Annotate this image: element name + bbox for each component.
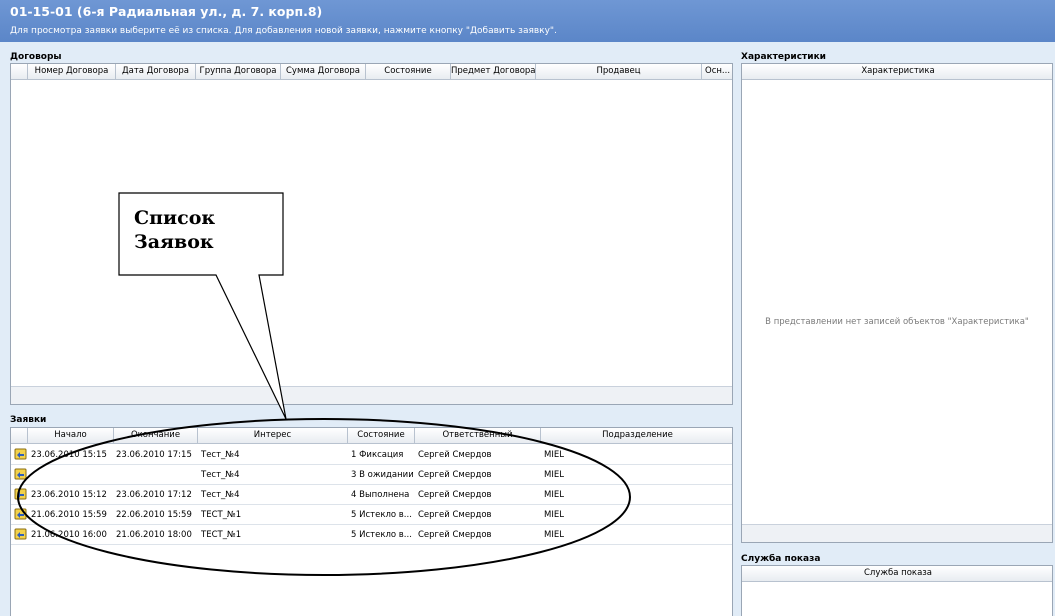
- characteristics-empty-message: В представлении нет записей объектов "Ха…: [765, 317, 1029, 327]
- characteristics-title: Характеристики: [741, 52, 826, 62]
- col-contract-number[interactable]: Номер Договора: [28, 64, 116, 79]
- page-title: 01-15-01 (6-я Радиальная ул., д. 7. корп…: [10, 4, 323, 19]
- col-show-service[interactable]: Служба показа: [742, 566, 1052, 581]
- contracts-col-spacer: [11, 64, 28, 79]
- characteristics-scrollbar[interactable]: [742, 524, 1052, 542]
- request-icon: [14, 468, 27, 480]
- cell-start: 21.06.2010 16:00: [31, 530, 107, 540]
- cell-start: 21.06.2010 15:59: [31, 510, 107, 520]
- cell-interest: Тест_№4: [201, 470, 240, 480]
- col-characteristic[interactable]: Характеристика: [742, 64, 1052, 79]
- show-service-header: Служба показа: [742, 566, 1052, 582]
- cell-status: 1 Фиксация: [351, 450, 404, 460]
- contracts-grid[interactable]: Номер Договора Дата Договора Группа Дого…: [10, 63, 733, 405]
- col-contract-group[interactable]: Группа Договора: [196, 64, 281, 79]
- col-contract-date[interactable]: Дата Договора: [116, 64, 196, 79]
- requests-col-spacer: [11, 428, 28, 443]
- cell-start: 23.06.2010 15:15: [31, 450, 107, 460]
- show-service-title: Служба показа: [741, 554, 821, 564]
- requests-grid[interactable]: Начало Окончание Интерес Состояние Ответ…: [10, 427, 733, 616]
- col-responsible[interactable]: Ответственный: [415, 428, 541, 443]
- page-header: 01-15-01 (6-я Радиальная ул., д. 7. корп…: [0, 0, 1055, 42]
- cell-status: 5 Истекло в...: [351, 530, 412, 540]
- show-service-grid[interactable]: Служба показа: [741, 565, 1053, 616]
- cell-responsible: Сергей Смердов: [418, 510, 492, 520]
- col-department[interactable]: Подразделение: [541, 428, 732, 443]
- table-row[interactable]: 21.06.2010 16:00 21.06.2010 18:00 ТЕСТ_№…: [11, 525, 732, 545]
- cell-status: 3 В ожидании: [351, 470, 414, 480]
- col-contract-basis[interactable]: Осн...: [702, 64, 732, 79]
- page-hint: Для просмотра заявки выберите её из спис…: [10, 26, 557, 36]
- cell-interest: Тест_№4: [201, 450, 240, 460]
- requests-title: Заявки: [10, 415, 47, 425]
- col-contract-sum[interactable]: Сумма Договора: [281, 64, 366, 79]
- cell-end: 21.06.2010 18:00: [116, 530, 192, 540]
- table-row[interactable]: Тест_№4 3 В ожидании Сергей Смердов MIEL: [11, 465, 732, 485]
- contracts-header: Номер Договора Дата Договора Группа Дого…: [11, 64, 732, 80]
- col-start[interactable]: Начало: [28, 428, 114, 443]
- col-contract-subject[interactable]: Предмет Договора: [451, 64, 536, 79]
- table-row[interactable]: 21.06.2010 15:59 22.06.2010 15:59 ТЕСТ_№…: [11, 505, 732, 525]
- callout-text: Список Заявок: [134, 207, 216, 253]
- cell-interest: Тест_№4: [201, 490, 240, 500]
- cell-responsible: Сергей Смердов: [418, 470, 492, 480]
- cell-department: MIEL: [544, 490, 564, 500]
- request-icon: [14, 488, 27, 500]
- request-icon: [14, 528, 27, 540]
- cell-status: 5 Истекло в...: [351, 510, 412, 520]
- cell-department: MIEL: [544, 530, 564, 540]
- table-row[interactable]: 23.06.2010 15:12 23.06.2010 17:12 Тест_№…: [11, 485, 732, 505]
- cell-end: 22.06.2010 15:59: [116, 510, 192, 520]
- col-contract-seller[interactable]: Продавец: [536, 64, 702, 79]
- cell-end: 23.06.2010 17:15: [116, 450, 192, 460]
- col-end[interactable]: Окончание: [114, 428, 198, 443]
- contracts-scrollbar[interactable]: [11, 386, 732, 404]
- cell-interest: ТЕСТ_№1: [201, 530, 242, 540]
- cell-department: MIEL: [544, 470, 564, 480]
- cell-responsible: Сергей Смердов: [418, 530, 492, 540]
- request-icon: [14, 448, 27, 460]
- col-status[interactable]: Состояние: [348, 428, 415, 443]
- contracts-title: Договоры: [10, 52, 62, 62]
- cell-responsible: Сергей Смердов: [418, 490, 492, 500]
- cell-department: MIEL: [544, 510, 564, 520]
- characteristics-grid[interactable]: Характеристика В представлении нет запис…: [741, 63, 1053, 543]
- cell-status: 4 Выполнена: [351, 490, 410, 500]
- cell-end: 23.06.2010 17:12: [116, 490, 192, 500]
- request-icon: [14, 508, 27, 520]
- cell-interest: ТЕСТ_№1: [201, 510, 242, 520]
- cell-start: 23.06.2010 15:12: [31, 490, 107, 500]
- requests-header: Начало Окончание Интерес Состояние Ответ…: [11, 428, 732, 444]
- characteristics-header: Характеристика: [742, 64, 1052, 80]
- cell-responsible: Сергей Смердов: [418, 450, 492, 460]
- table-row[interactable]: 23.06.2010 15:15 23.06.2010 17:15 Тест_№…: [11, 445, 732, 465]
- col-contract-status[interactable]: Состояние: [366, 64, 451, 79]
- cell-department: MIEL: [544, 450, 564, 460]
- col-interest[interactable]: Интерес: [198, 428, 348, 443]
